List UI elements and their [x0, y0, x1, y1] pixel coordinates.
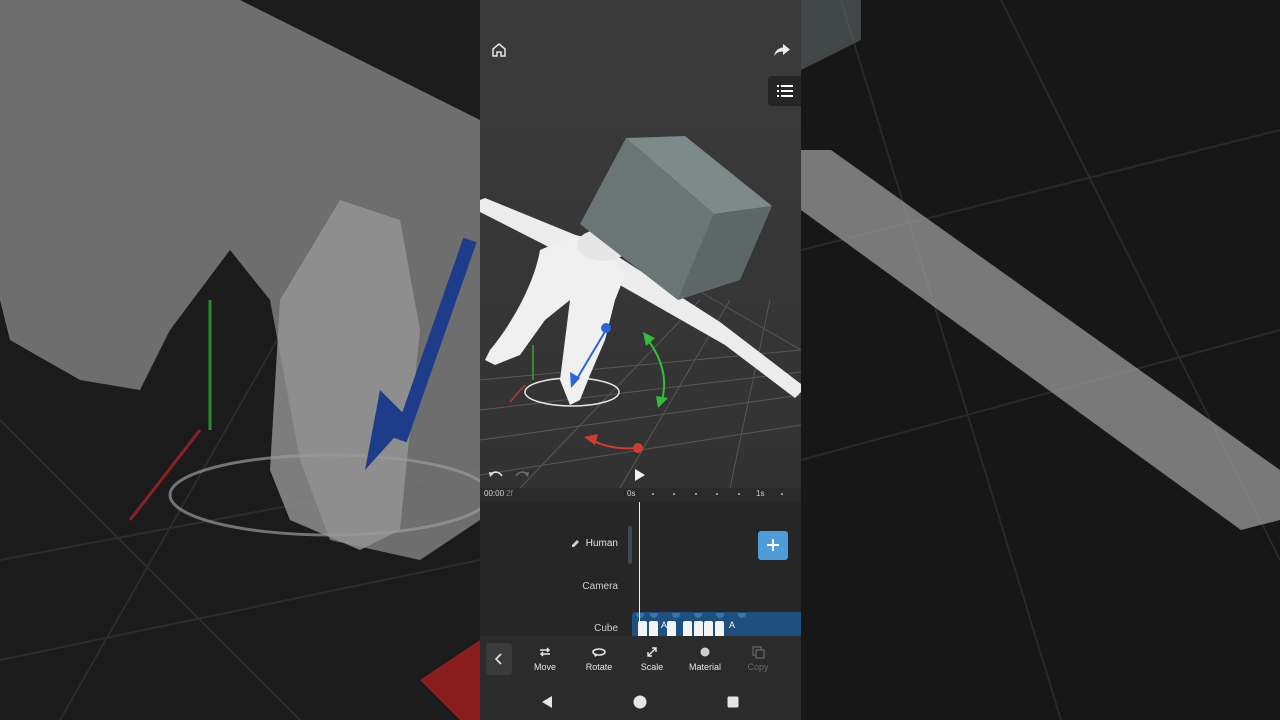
- track-cube[interactable]: Cube: [594, 623, 618, 634]
- time-value: 00:00: [484, 489, 505, 498]
- list-icon[interactable]: [768, 76, 801, 106]
- bottom-toolbar: Move Rotate Scale Material Copy: [480, 636, 801, 682]
- track-label-camera: Camera: [582, 581, 618, 592]
- timeline-ruler[interactable]: 00:00 2f 0s 1s: [480, 488, 801, 502]
- tick-dot: [695, 493, 697, 495]
- frame-value: 2f: [506, 489, 513, 498]
- rotate-label: Rotate: [585, 662, 613, 672]
- tick-dot: [738, 493, 740, 495]
- pencil-icon: [571, 540, 579, 547]
- material-tool-button[interactable]: Material: [683, 645, 727, 672]
- plus-icon: [767, 539, 779, 551]
- copy-icon: [752, 646, 765, 659]
- add-keyframe-button[interactable]: [758, 531, 788, 560]
- play-icon[interactable]: [630, 465, 650, 485]
- track-human[interactable]: Human: [571, 538, 618, 549]
- share-arrow-icon[interactable]: [769, 38, 795, 62]
- keyframe[interactable]: [649, 621, 658, 636]
- keyframe-dot: [694, 613, 702, 618]
- tick-label-0s: 0s: [627, 489, 636, 498]
- scene-canvas[interactable]: [480, 0, 801, 488]
- track-label-human: Human: [585, 538, 618, 549]
- rotate-tool-button[interactable]: Rotate: [577, 645, 621, 672]
- keyframe[interactable]: [704, 621, 713, 636]
- copy-tool-button[interactable]: Copy: [736, 645, 780, 672]
- time-readout: 00:00 2f: [484, 489, 513, 498]
- rotate-icon: [592, 648, 606, 657]
- track-camera[interactable]: Camera: [582, 581, 618, 592]
- tick-dot: [673, 493, 675, 495]
- scale-icon: [647, 647, 657, 657]
- back-icon[interactable]: [539, 694, 555, 710]
- scale-tool-button[interactable]: Scale: [630, 645, 674, 672]
- keyframe-dot: [716, 613, 724, 618]
- tick-dot: [716, 493, 718, 495]
- undo-icon[interactable]: [486, 466, 506, 484]
- keyframe[interactable]: [715, 621, 724, 636]
- background-zoom-left: [0, 0, 480, 720]
- keyframe[interactable]: [683, 621, 692, 636]
- clip-label: A: [729, 620, 736, 630]
- keyframe-dot: [672, 613, 680, 618]
- tick-dot: [781, 493, 783, 495]
- keyframe-dot: [636, 613, 644, 618]
- system-navigation-bar: [480, 682, 801, 720]
- recents-icon[interactable]: [725, 694, 741, 710]
- tick-dot: [652, 493, 654, 495]
- redo-icon[interactable]: [512, 466, 532, 484]
- cube-animation-clip[interactable]: A A: [632, 612, 801, 636]
- keyframe-dot: [738, 613, 746, 618]
- move-tool-button[interactable]: Move: [523, 645, 567, 672]
- playhead[interactable]: [639, 502, 640, 636]
- video-frame: 00:00 2f 0s 1s Human Camera Cube A A Mov…: [0, 0, 1280, 720]
- chevron-left-icon[interactable]: [486, 643, 512, 675]
- 3d-viewport[interactable]: [480, 0, 801, 488]
- material-label: Material: [688, 662, 721, 672]
- material-icon: [700, 647, 710, 657]
- tick-label-1s: 1s: [756, 489, 765, 498]
- move-icon: [540, 647, 550, 657]
- home-circle-icon[interactable]: [632, 694, 648, 710]
- copy-label: Copy: [747, 662, 769, 672]
- home-icon[interactable]: [486, 38, 512, 62]
- y-axis-gizmo[interactable]: [643, 332, 668, 408]
- scale-label: Scale: [640, 662, 664, 672]
- move-label: Move: [533, 662, 556, 672]
- track-selection-marker: [628, 526, 632, 564]
- timeline-tracks[interactable]: Human Camera Cube A A: [480, 502, 801, 636]
- phone-screen: 00:00 2f 0s 1s Human Camera Cube A A Mov…: [480, 0, 801, 720]
- background-zoom-right: [801, 0, 1280, 720]
- keyframe[interactable]: [667, 621, 676, 636]
- clip-label: A: [661, 620, 668, 630]
- keyframe[interactable]: [694, 621, 703, 636]
- keyframe-dot: [650, 613, 658, 618]
- x-axis-gizmo[interactable]: [584, 434, 643, 453]
- track-label-cube: Cube: [594, 623, 618, 634]
